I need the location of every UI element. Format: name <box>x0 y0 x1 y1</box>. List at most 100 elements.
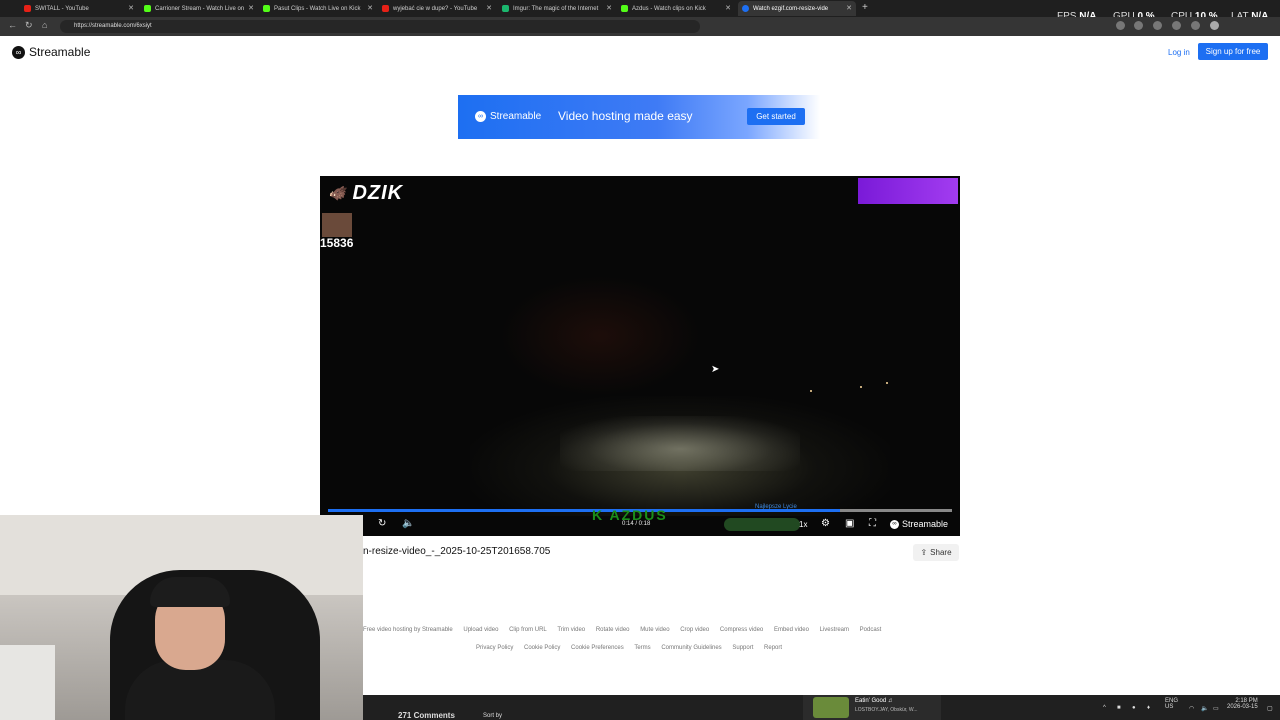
back-icon[interactable]: ← <box>8 20 17 30</box>
close-icon[interactable]: ✕ <box>846 4 852 12</box>
wifi-icon[interactable]: ◠ <box>1189 705 1194 712</box>
footer-link[interactable]: Community Guidelines <box>661 645 721 651</box>
tab-youtube-2[interactable]: wyjebać cie w dupe? - YouTube ✕ <box>378 1 496 16</box>
tab-kick-1[interactable]: Carrioner Stream - Watch Live on ✕ <box>140 1 258 16</box>
footer-link[interactable]: Report <box>764 645 782 651</box>
share-button[interactable]: ⇪ Share <box>913 544 959 561</box>
media-title: Eatin' Good ♫ <box>855 698 893 704</box>
speed-button[interactable]: 1x <box>799 520 807 529</box>
overlay-pill <box>724 518 800 531</box>
tab-imgur[interactable]: Imgur: The magic of the Internet ✕ <box>498 1 616 16</box>
close-icon[interactable]: ✕ <box>606 4 612 12</box>
close-icon[interactable]: ✕ <box>367 4 373 12</box>
footer-link[interactable]: Clip from URL <box>509 627 547 633</box>
close-icon[interactable]: ✕ <box>486 4 492 12</box>
url-input[interactable]: https://streamable.com/6xsiyt <box>60 20 700 33</box>
overlay-webcam <box>322 213 352 237</box>
address-bar-row: ← ↻ ⌂ https://streamable.com/6xsiyt <box>0 17 1280 36</box>
footer-link[interactable]: Support <box>732 645 753 651</box>
youtube-icon <box>24 5 31 12</box>
stream-overlay-brand: 🐗 DZIK <box>328 182 403 205</box>
youtube-icon <box>382 5 389 12</box>
tab-title: Watch ezgif.com-resize-vide <box>753 5 829 12</box>
brand-name: Streamable <box>29 45 91 59</box>
footer-link[interactable]: Embed video <box>774 627 809 633</box>
tab-youtube-1[interactable]: SWITALL - YouTube ✕ <box>20 1 138 16</box>
player-brand[interactable]: ∞ Streamable <box>890 519 948 529</box>
tray-icon[interactable]: ■ <box>1117 705 1121 711</box>
reload-icon[interactable]: ↻ <box>25 20 33 31</box>
overlay-count: 15836 <box>320 236 354 250</box>
banner-logo: ∞ Streamable <box>475 111 541 122</box>
tab-streamable[interactable]: Watch ezgif.com-resize-vide ✕ <box>738 1 856 16</box>
video-frame-glow <box>500 276 700 396</box>
kick-icon <box>263 5 270 12</box>
media-widget[interactable]: Eatin' Good ♫ LOSTBOY.JAY, Obskür, W... <box>803 695 941 720</box>
extension-icon[interactable] <box>1134 21 1143 30</box>
kick-icon <box>621 5 628 12</box>
streamable-logo[interactable]: ∞ Streamable <box>12 45 90 59</box>
footer-link[interactable]: Trim video <box>557 627 585 633</box>
footer-link[interactable]: Privacy Policy <box>476 645 513 651</box>
volume-icon[interactable]: 🔈 <box>1201 705 1208 712</box>
media-artist: LOSTBOY.JAY, Obskür, W... <box>855 707 918 713</box>
webcam-shelf <box>0 645 55 720</box>
distant-light <box>886 382 888 384</box>
new-tab-icon[interactable]: + <box>862 2 868 13</box>
volume-icon[interactable]: 🔈 <box>402 518 414 529</box>
close-icon[interactable]: ✕ <box>128 4 134 12</box>
share-icon: ⇪ <box>920 548 928 557</box>
tray-icon[interactable]: ♦ <box>1147 705 1150 711</box>
settings-icon[interactable]: ⚙ <box>821 518 830 529</box>
close-icon[interactable]: ✕ <box>248 4 254 12</box>
tab-title: wyjebać cie w dupe? - YouTube <box>393 5 478 12</box>
tab-kick-2[interactable]: Pasut Clips - Watch Live on Kick ✕ <box>259 1 377 16</box>
tab-kick-3[interactable]: Azdus - Watch clips on Kick ✕ <box>617 1 735 16</box>
ad-banner[interactable]: ∞ Streamable Video hosting made easy Get… <box>458 95 820 139</box>
footer-link[interactable]: Compress video <box>720 627 763 633</box>
footer-link[interactable]: Free video hosting by Streamable <box>363 627 453 633</box>
clock[interactable]: 2:18 PM 2026-03-15 <box>1227 698 1258 710</box>
profile-avatar[interactable] <box>1210 21 1219 30</box>
footer-link[interactable]: Cookie Preferences <box>571 645 624 651</box>
footer-link[interactable]: Upload video <box>463 627 498 633</box>
extension-icon[interactable] <box>1191 21 1200 30</box>
footer-link[interactable]: Podcast <box>860 627 882 633</box>
footer-link[interactable]: Terms <box>634 645 650 651</box>
tray-chevron-icon[interactable]: ^ <box>1103 705 1106 711</box>
footer-link[interactable]: Livestream <box>820 627 849 633</box>
player-brand-text: Streamable <box>902 519 949 529</box>
close-icon[interactable]: ✕ <box>725 4 731 12</box>
tab-title: Carrioner Stream - Watch Live on <box>155 5 245 12</box>
language-indicator[interactable]: ENG US <box>1165 698 1178 710</box>
pip-icon[interactable]: ▣ <box>845 518 854 529</box>
sort-button[interactable]: Sort by <box>483 713 502 719</box>
footer-link[interactable]: Cookie Policy <box>524 645 560 651</box>
battery-icon[interactable]: ▭ <box>1213 705 1219 712</box>
video-player[interactable]: 🐗 DZIK 15836 ➤ K AZDUS Najlepsze Lycie ↻… <box>320 176 960 536</box>
extension-icon[interactable] <box>1116 21 1125 30</box>
replay-icon[interactable]: ↻ <box>378 518 386 529</box>
notification-icon[interactable]: ▢ <box>1267 705 1273 712</box>
footer-link[interactable]: Rotate video <box>596 627 630 633</box>
tray-icon[interactable]: ● <box>1132 705 1136 711</box>
mouse-cursor-icon: ➤ <box>711 364 720 375</box>
distant-light <box>860 386 862 388</box>
tab-title: Azdus - Watch clips on Kick <box>632 5 706 12</box>
extension-icon[interactable] <box>1153 21 1162 30</box>
get-started-button[interactable]: Get started <box>747 108 805 125</box>
fullscreen-icon[interactable]: ⛶ <box>869 518 876 529</box>
region-code: US <box>1165 704 1174 710</box>
video-frame-road <box>560 416 800 471</box>
home-icon[interactable]: ⌂ <box>42 20 47 30</box>
tab-title: Pasut Clips - Watch Live on Kick <box>274 5 361 12</box>
login-link[interactable]: Log in <box>1168 48 1190 57</box>
tab-title: Imgur: The magic of the Internet <box>513 5 599 12</box>
signup-button[interactable]: Sign up for free <box>1198 43 1268 60</box>
imgur-icon <box>502 5 509 12</box>
footer-link[interactable]: Mute video <box>640 627 669 633</box>
footer-links: Free video hosting by Streamable Upload … <box>363 627 890 633</box>
extension-icon[interactable] <box>1172 21 1181 30</box>
footer-link[interactable]: Crop video <box>680 627 709 633</box>
taskbar: 271 Comments Sort by Eatin' Good ♫ LOSTB… <box>363 695 1280 720</box>
